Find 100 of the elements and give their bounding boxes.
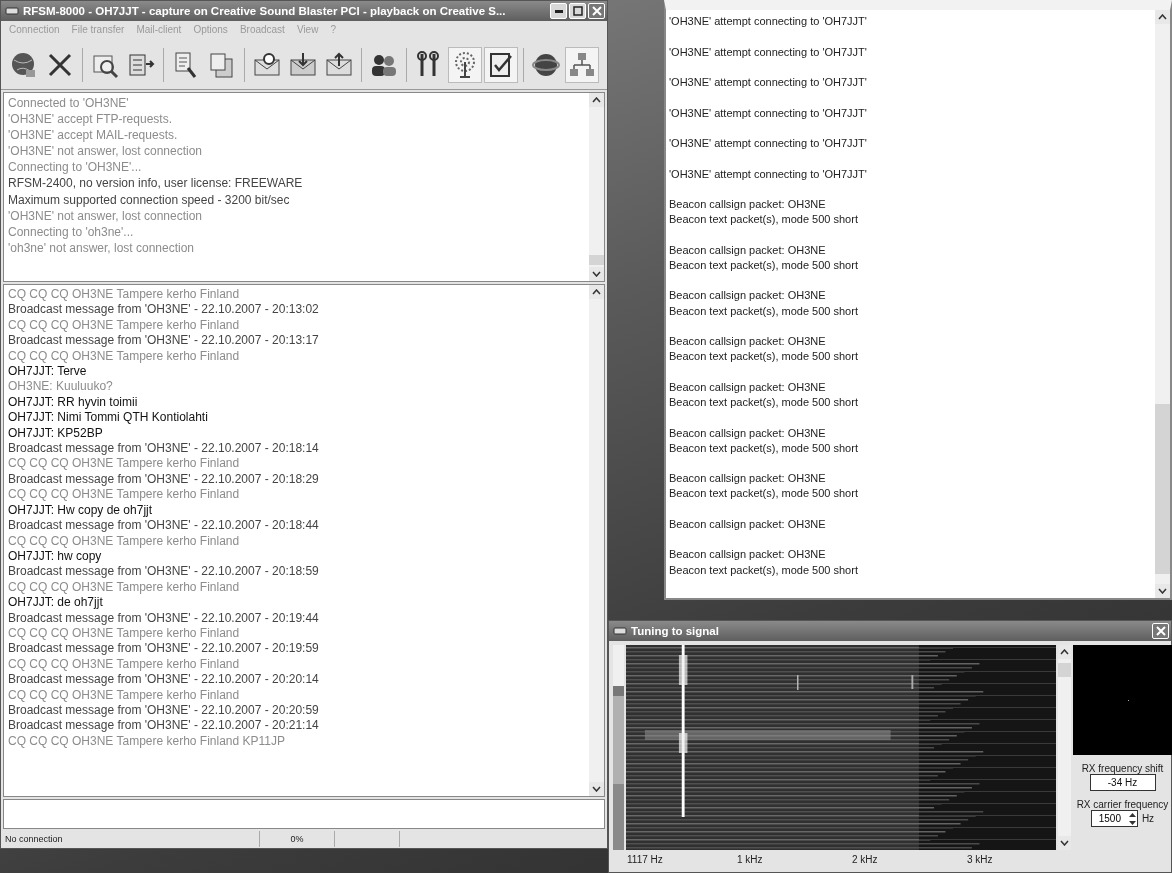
chevron-down-icon	[1158, 588, 1167, 594]
log-line: Connected to 'OH3NE'	[8, 95, 130, 112]
log-line: 'OH3NE' attempt connecting to 'OH7JJT'	[669, 105, 868, 121]
log-line: CQ CQ CQ OH3NE Tampere kerho Finland	[8, 579, 241, 596]
log-line: CQ CQ CQ OH3NE Tampere kerho Finland	[8, 456, 241, 472]
log-line: CQ CQ CQ OH3NE Tampere kerho Finland	[8, 287, 241, 303]
log-line: Beacon text packet(s), mode 500 short	[669, 562, 859, 578]
close-icon	[591, 6, 602, 16]
chevron-up-icon	[592, 289, 601, 295]
axis-label: 3 kHz	[967, 853, 993, 865]
scroll-thumb[interactable]	[589, 255, 604, 265]
log-line: Broadcast message from 'OH3NE' - 22.10.2007 - 20:18:44	[8, 518, 320, 534]
scroll-thumb[interactable]	[1058, 663, 1071, 677]
menu-item[interactable]: Broadcast	[239, 24, 285, 38]
log-line: 'OH3NE' attempt connecting to 'OH7JJT'	[669, 14, 868, 29]
menu-item[interactable]: Mail-client	[136, 24, 182, 38]
scroll-thumb[interactable]	[1155, 404, 1170, 574]
scroll-down-button[interactable]	[1058, 836, 1071, 850]
log-line: 'oh3ne' not answer, lost connection	[8, 239, 196, 256]
log-line: 'OH3NE' accept FTP-requests.	[8, 111, 173, 128]
log-line: CQ CQ CQ OH3NE Tampere kerho Finland	[8, 487, 241, 503]
log-line: Beacon callsign packet: OH3NE	[669, 471, 827, 487]
field-label: RX frequency shift	[1081, 763, 1164, 774]
log-line: Beacon callsign packet: OH3NE	[669, 516, 827, 532]
carrier-frequency-field[interactable]: 1500	[1090, 810, 1138, 827]
log-line: 'OH3NE' not answer, lost connection	[8, 143, 203, 160]
scrollbar[interactable]	[589, 93, 604, 281]
message-input-field[interactable]	[3, 799, 605, 829]
chevron-up-icon	[1060, 649, 1069, 655]
toolbar-button[interactable]	[484, 47, 518, 83]
log-line: Broadcast message from 'OH3NE' - 22.10.2007 - 20:18:14	[8, 441, 320, 457]
log-line: Broadcast message from 'OH3NE' - 22.10.2007 - 20:19:44	[8, 610, 320, 626]
scroll-up-button[interactable]	[1058, 645, 1071, 659]
log-line: OH7JJT: de oh7jjt	[8, 595, 104, 611]
chevron-down-icon	[592, 271, 601, 277]
log-line: Connecting to 'OH3NE'...	[8, 159, 143, 176]
field-value: 1500	[1097, 813, 1122, 824]
log-line: Beacon text packet(s), mode 500 short	[669, 486, 859, 502]
scroll-up-button[interactable]	[1155, 10, 1170, 24]
log-line: Beacon callsign packet: OH3NE	[669, 288, 827, 304]
status-text: 0%	[260, 831, 335, 847]
log-line: Broadcast message from 'OH3NE' - 22.10.2007 - 20:19:59	[8, 641, 320, 657]
log-line: Beacon callsign packet: OH3NE	[669, 547, 827, 563]
log-line: Beacon text packet(s), mode 500 short	[669, 395, 859, 410]
maximize-button[interactable]	[569, 3, 586, 19]
log-line: Beacon text packet(s), mode 500 short	[669, 440, 859, 456]
scroll-up-button[interactable]	[589, 93, 604, 107]
log-line: Broadcast message from 'OH3NE' - 22.10.2007 - 20:20:14	[8, 672, 320, 688]
minimize-button[interactable]	[550, 3, 567, 19]
maximize-icon	[572, 6, 583, 16]
field-label: RX carrier frequency	[1076, 799, 1169, 810]
log-line: RFSM-2400, no version info, user license: FREEWARE	[8, 175, 304, 192]
log-line: CQ CQ CQ OH3NE Tampere kerho Finland	[8, 687, 241, 703]
log-line: Connecting to 'oh3ne'...	[8, 223, 135, 240]
axis-label: 1117 Hz	[627, 853, 664, 865]
log-line: OH7JJT: Hw copy de oh7jjt	[8, 502, 154, 519]
close-button[interactable]	[1152, 623, 1169, 639]
menu-item[interactable]: Options	[193, 24, 228, 38]
log-line: Broadcast message from 'OH3NE' - 22.10.2007 - 20:18:29	[8, 471, 320, 488]
scroll-up-button[interactable]	[589, 285, 604, 299]
minimize-icon	[554, 9, 563, 13]
log-line: 'OH3NE' attempt connecting to 'OH7JJT'	[669, 75, 868, 90]
chevron-down-icon	[592, 786, 601, 792]
scrollbar[interactable]	[1155, 10, 1170, 598]
spinner-icon[interactable]	[1127, 810, 1137, 827]
log-line: OH3NE: Kuuluuko?	[8, 379, 114, 395]
window-title: RFSM-8000 - OH7JJT - capture on Creative Sound Blaster PCI - playback on Creative S...	[23, 5, 507, 17]
menu-item[interactable]: View	[296, 24, 319, 38]
log-line: CQ CQ CQ OH3NE Tampere kerho Finland	[8, 317, 241, 334]
log-line: Broadcast message from 'OH3NE' - 22.10.2007 - 20:13:02	[8, 302, 320, 318]
menu-item[interactable]: ?	[330, 24, 336, 38]
scrollbar[interactable]	[1058, 645, 1071, 850]
log-line: Beacon text packet(s), mode 500 short	[669, 303, 859, 319]
scrollbar[interactable]	[589, 285, 604, 796]
log-line: 'OH3NE' not answer, lost connection	[8, 207, 203, 224]
scroll-down-button[interactable]	[1155, 584, 1170, 598]
scroll-down-button[interactable]	[589, 782, 604, 796]
log-line: CQ CQ CQ OH3NE Tampere kerho Finland	[8, 348, 241, 365]
toolbar-button[interactable]	[448, 47, 482, 83]
chevron-down-icon	[1060, 840, 1069, 846]
log-line: OH7JJT: RR hyvin toimii	[8, 394, 139, 411]
window-title: Tuning to signal	[631, 625, 720, 637]
log-line: Broadcast message from 'OH3NE' - 22.10.2007 - 20:13:17	[8, 333, 320, 349]
log-line: Broadcast message from 'OH3NE' - 22.10.2007 - 20:20:59	[8, 702, 320, 719]
menu-item[interactable]: Connection	[9, 24, 60, 38]
log-line: Broadcast message from 'OH3NE' - 22.10.2007 - 20:21:14	[8, 718, 320, 734]
log-line: Maximum supported connection speed - 3200 bit/sec	[8, 191, 291, 208]
close-button[interactable]	[588, 3, 605, 19]
unit-label: Hz	[1141, 813, 1155, 824]
chevron-up-icon	[592, 97, 601, 103]
log-line: Beacon text packet(s), mode 500 short	[669, 257, 859, 273]
log-line: Beacon text packet(s), mode 500 short	[669, 212, 859, 228]
chevron-up-icon	[1158, 14, 1167, 20]
log-line: Beacon callsign packet: OH3NE	[669, 197, 827, 212]
scroll-down-button[interactable]	[589, 267, 604, 281]
menu-item[interactable]: File transfer	[71, 24, 125, 38]
status-text: No connection	[1, 831, 260, 847]
log-line: OH7JJT: KP52BP	[8, 425, 104, 442]
log-line: Beacon text packet(s), mode 500 short	[669, 349, 859, 365]
log-line: 'OH3NE' attempt connecting to 'OH7JJT'	[669, 44, 868, 60]
